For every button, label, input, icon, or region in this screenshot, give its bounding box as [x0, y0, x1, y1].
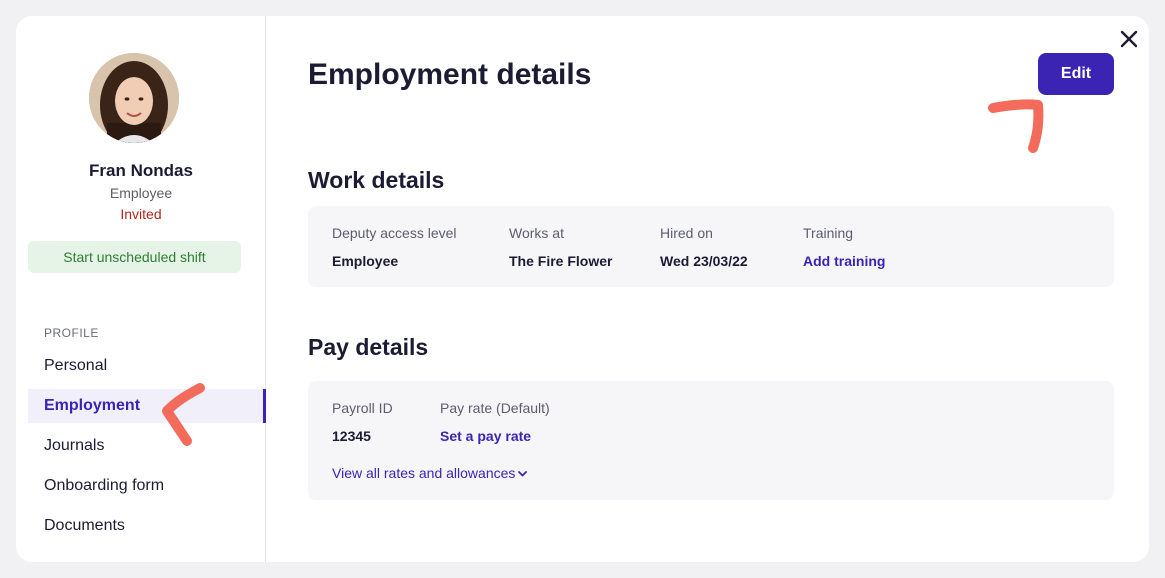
payroll-id-field: Payroll ID 12345 [332, 400, 393, 444]
hired-on-field: Hired on Wed 23/03/22 [660, 225, 748, 269]
hired-on-value: Wed 23/03/22 [660, 253, 748, 269]
access-level-value: Employee [332, 253, 399, 269]
access-level-label: Deputy access level [332, 225, 457, 241]
pay-details-heading: Pay details [308, 334, 429, 360]
training-field: Training Add training [803, 225, 885, 269]
employee-status: Invited [120, 206, 162, 222]
close-button[interactable] [1115, 25, 1143, 53]
work-details-heading: Work details [308, 167, 445, 193]
works-at-field: Works at The Fire Flower [509, 225, 612, 269]
view-rates-label: View all rates and allowances [332, 465, 516, 481]
training-label: Training [803, 225, 854, 241]
sidebar-item-employment[interactable]: Employment [28, 389, 266, 423]
edit-button[interactable]: Edit [1038, 53, 1114, 95]
employee-name: Fran Nondas [89, 161, 193, 180]
hired-on-label: Hired on [660, 225, 713, 241]
close-icon [1120, 30, 1138, 48]
start-unscheduled-shift-button[interactable]: Start unscheduled shift [28, 241, 241, 273]
access-level-field: Deputy access level Employee [332, 225, 457, 269]
works-at-label: Works at [509, 225, 564, 241]
payroll-id-label: Payroll ID [332, 400, 393, 416]
sidebar-item-documents[interactable]: Documents [28, 509, 266, 543]
work-details-card: Deputy access level Employee Works at Th… [308, 206, 1114, 287]
avatar-photo [89, 53, 179, 143]
employee-profile-modal: Fran Nondas Employee Invited Start unsch… [16, 16, 1149, 562]
employment-details-panel: Employment details Edit Work details Dep… [267, 16, 1149, 562]
pay-rate-field: Pay rate (Default) Set a pay rate [440, 400, 550, 444]
chevron-down-icon [518, 471, 528, 477]
view-rates-link[interactable]: View all rates and allowances [332, 465, 528, 481]
employee-role: Employee [109, 185, 173, 201]
add-training-link[interactable]: Add training [803, 253, 885, 269]
profile-section-label: PROFILE [44, 326, 99, 340]
profile-sidebar: Fran Nondas Employee Invited Start unsch… [16, 16, 266, 562]
avatar [89, 53, 179, 143]
pay-rate-label: Pay rate (Default) [440, 400, 550, 416]
sidebar-item-personal[interactable]: Personal [28, 349, 266, 383]
payroll-id-value: 12345 [332, 428, 371, 444]
set-pay-rate-link[interactable]: Set a pay rate [440, 428, 550, 444]
page-title: Employment details [308, 58, 592, 91]
sidebar-item-onboarding-form[interactable]: Onboarding form [28, 469, 266, 503]
works-at-value: The Fire Flower [509, 253, 613, 269]
pay-details-card: Payroll ID 12345 Pay rate (Default) Set … [308, 381, 1114, 500]
sidebar-item-journals[interactable]: Journals [28, 429, 266, 463]
